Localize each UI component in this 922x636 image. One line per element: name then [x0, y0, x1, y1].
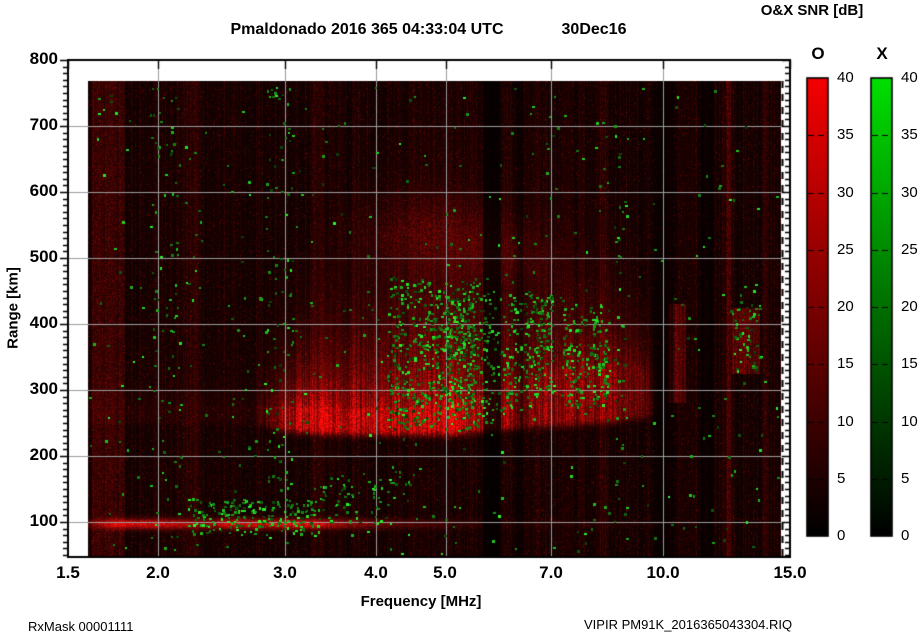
x-colorbar-tick-label: 20 [901, 298, 918, 315]
x-colorbar-tick-label: 10 [901, 413, 918, 430]
y-axis-tick-label: 100 [29, 511, 58, 530]
o-colorbar-tick-label: 25 [837, 241, 854, 258]
x-colorbar-header: X [876, 44, 888, 63]
o-colorbar-tick-label: 15 [837, 355, 854, 372]
x-axis-tick-label: 4.0 [364, 563, 388, 582]
ionogram-figure: Pmaldonado 2016 365 04:33:04 UTC 30Dec16… [0, 0, 922, 636]
o-colorbar-tick-label: 10 [837, 413, 854, 430]
y-axis-tick-label: 400 [29, 313, 58, 332]
rxmask-status-text: RxMask 00001111 [28, 619, 134, 634]
y-axis-tick-label: 300 [29, 379, 58, 398]
o-colorbar-header: O [811, 44, 825, 63]
x-axis-tick-label: 15.0 [773, 563, 807, 582]
x-axis-title: Frequency [MHz] [360, 593, 482, 610]
x-colorbar-tick-label: 30 [901, 184, 918, 201]
x-axis-tick-label: 7.0 [539, 563, 563, 582]
y-axis-tick-label: 500 [29, 247, 58, 266]
y-axis-tick-label: 600 [29, 181, 58, 200]
x-axis-tick-label: 2.0 [146, 563, 170, 582]
plot-date: 30Dec16 [561, 21, 627, 38]
x-axis-tick-label: 3.0 [273, 563, 297, 582]
ionogram-plot-canvas [0, 0, 922, 636]
x-colorbar-tick-label: 15 [901, 355, 918, 372]
x-colorbar-tick-label: 5 [901, 470, 910, 487]
o-colorbar-tick-label: 0 [837, 527, 846, 544]
x-colorbar-tick-label: 0 [901, 527, 910, 544]
data-file-name-text: VIPIR PM91K_2016365043304.RIQ [584, 617, 793, 632]
y-axis-tick-label: 200 [29, 445, 58, 464]
y-axis-tick-label: 700 [29, 115, 58, 134]
x-colorbar-tick-label: 35 [901, 126, 918, 143]
o-colorbar-tick-label: 30 [837, 184, 854, 201]
o-colorbar-tick-label: 5 [837, 470, 846, 487]
y-axis-title: Range [km] [4, 267, 22, 349]
x-axis-tick-label: 1.5 [56, 563, 80, 582]
o-colorbar-tick-label: 40 [837, 69, 854, 86]
o-colorbar-tick-label: 20 [837, 298, 854, 315]
colorbar-title: O&X SNR [dB] [760, 2, 864, 19]
x-axis-tick-label: 10.0 [646, 563, 680, 582]
x-colorbar-tick-label: 40 [901, 69, 918, 86]
x-axis-tick-label: 5.0 [433, 563, 457, 582]
y-axis-tick-label: 800 [29, 49, 58, 68]
plot-title: Pmaldonado 2016 365 04:33:04 UTC [230, 21, 504, 38]
o-colorbar-tick-label: 35 [837, 126, 854, 143]
x-colorbar-tick-label: 25 [901, 241, 918, 258]
